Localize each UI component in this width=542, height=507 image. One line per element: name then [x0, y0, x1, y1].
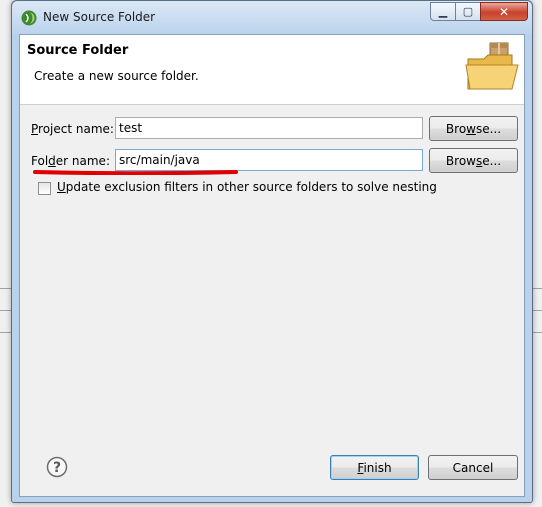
svg-text:?: ?: [53, 460, 61, 476]
red-annotation-underline: [33, 170, 238, 175]
close-icon: ✕: [498, 4, 510, 19]
project-browse-button[interactable]: Browse...: [429, 116, 518, 141]
page-title: Source Folder: [27, 43, 129, 58]
minimize-icon: ▁: [438, 5, 448, 18]
cancel-button[interactable]: Cancel: [428, 455, 518, 480]
folder-browse-button[interactable]: Browse...: [429, 148, 518, 173]
finish-button[interactable]: Finish: [330, 455, 419, 480]
project-name-mnemonic: P: [31, 122, 39, 136]
folder-browse-label: Browse...: [445, 153, 502, 168]
title-bar[interactable]: New Source Folder ▁ ▢ ✕: [12, 1, 532, 34]
window-title: New Source Folder: [43, 10, 156, 24]
new-source-folder-dialog: New Source Folder ▁ ▢ ✕ Source Folder Cr…: [11, 0, 533, 503]
folder-name-mnemonic: d: [48, 154, 56, 168]
dialog-content: Source Folder Create a new source folder…: [19, 34, 525, 497]
folder-with-package-icon: [464, 39, 522, 95]
help-icon[interactable]: ?: [46, 456, 68, 478]
eclipse-app-icon: [21, 10, 37, 26]
cancel-label: Cancel: [452, 460, 494, 475]
close-button[interactable]: ✕: [480, 2, 528, 21]
project-browse-label: Browse...: [445, 121, 502, 136]
page-description: Create a new source folder.: [34, 69, 199, 83]
folder-name-input[interactable]: [115, 149, 423, 171]
finish-label: Finish: [357, 460, 392, 475]
project-name-label: Project name:: [31, 122, 114, 136]
maximize-icon: ▢: [462, 5, 474, 18]
minimize-button[interactable]: ▁: [430, 2, 456, 21]
folder-name-label: Folder name:: [31, 154, 110, 168]
update-exclusion-label[interactable]: Update exclusion filters in other source…: [57, 180, 437, 194]
maximize-button[interactable]: ▢: [455, 2, 481, 21]
project-name-input[interactable]: [115, 117, 423, 139]
update-exclusion-checkbox[interactable]: [38, 182, 51, 195]
wizard-header: Source Folder Create a new source folder…: [20, 35, 524, 105]
